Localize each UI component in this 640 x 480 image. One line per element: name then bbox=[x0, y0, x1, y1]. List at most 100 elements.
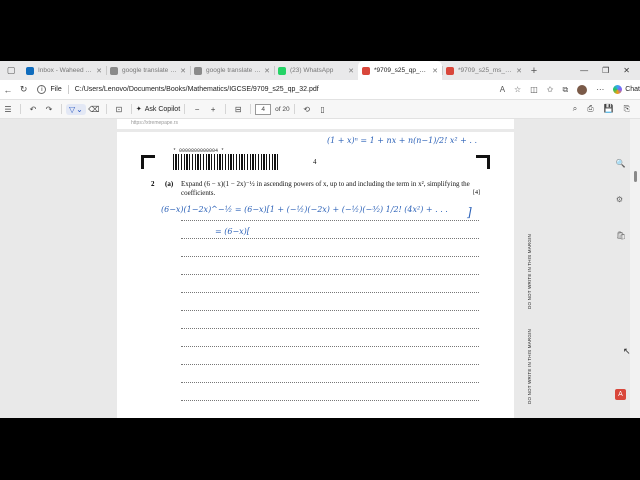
pdf-toolbar: ☰ ↶ ↷ ▽ ⌄ ⌫ ⊡ ✦ Ask Copilot − + ⊟ 4 of 20 … bbox=[0, 100, 640, 119]
close-tab-icon[interactable]: ✕ bbox=[264, 67, 270, 75]
info-icon[interactable]: i bbox=[37, 85, 47, 94]
address-actions: A ☆ ◫ ✩ ⧉ ⋯ Chat bbox=[500, 84, 640, 95]
answer-line bbox=[181, 328, 479, 329]
new-tab-button[interactable]: + bbox=[526, 65, 542, 77]
close-tab-icon[interactable]: ✕ bbox=[516, 67, 522, 75]
ask-copilot-button[interactable]: ✦ Ask Copilot bbox=[135, 105, 181, 114]
crop-mark-top-left bbox=[141, 155, 155, 169]
save-as-icon[interactable]: ⎘ bbox=[624, 104, 630, 114]
split-screen-icon[interactable]: ◫ bbox=[530, 85, 538, 94]
undo-icon[interactable]: ↶ bbox=[25, 105, 41, 114]
highlight-tool-button[interactable]: ▽ ⌄ bbox=[66, 103, 86, 115]
tab-4[interactable]: *9709_s25_qp_32.pdf✕ bbox=[358, 61, 442, 80]
chevron-down-icon: ⌄ bbox=[76, 104, 83, 114]
close-window-icon[interactable]: ✕ bbox=[623, 66, 630, 75]
pdf-page[interactable]: * 0000800000004 * 4 2 (a) Expand (6 − x)… bbox=[117, 132, 514, 418]
vertical-scrollbar[interactable] bbox=[630, 119, 640, 418]
answer-line bbox=[181, 364, 479, 365]
page-number-input[interactable]: 4 bbox=[255, 103, 272, 115]
crop-mark-top-right bbox=[476, 155, 490, 169]
favorite-star-icon[interactable]: ☆ bbox=[514, 85, 521, 94]
eraser-icon[interactable]: ⌫ bbox=[86, 105, 102, 114]
tabs-container: Inbox - Waheed Ahe ✕ google translate - Se… bbox=[22, 61, 526, 80]
tab-0[interactable]: Inbox - Waheed Ahe ✕ bbox=[22, 61, 106, 80]
url-separator bbox=[67, 85, 69, 94]
pdf-viewer[interactable]: https://xtremepape.rs * 0000800000004 * … bbox=[0, 119, 640, 418]
browser-window: ▢ Inbox - Waheed Ahe ✕ google translate - … bbox=[0, 61, 640, 418]
close-tab-icon[interactable]: ✕ bbox=[348, 67, 354, 75]
tab-title: *9709_s25_ms_32.pdf bbox=[458, 67, 513, 74]
answer-line bbox=[181, 238, 479, 239]
margin-warning-2: DO NOT WRITE IN THIS MARGIN bbox=[527, 329, 532, 404]
question-marks: [4] bbox=[473, 190, 480, 196]
tab-actions-icon[interactable]: ▢ bbox=[0, 61, 22, 80]
answer-line bbox=[181, 274, 479, 275]
tab-strip: ▢ Inbox - Waheed Ahe ✕ google translate - … bbox=[0, 61, 640, 80]
minimize-icon[interactable]: — bbox=[580, 66, 588, 75]
ask-copilot-label: Ask Copilot bbox=[144, 105, 181, 113]
acrobat-icon[interactable]: A bbox=[615, 389, 626, 400]
profile-avatar[interactable] bbox=[577, 84, 588, 95]
handwritten-binomial-formula: (1 + x)ⁿ = 1 + nx + n(n−1)/2! x² + . . bbox=[327, 136, 478, 145]
handwritten-working-line-1: (6−x)(1−2x)^−½ = (6−x)[1 + (−½)(−2x) + (… bbox=[161, 205, 448, 214]
tab-5[interactable]: *9709_s25_ms_32.pdf✕ bbox=[442, 61, 526, 80]
copilot-icon bbox=[613, 85, 623, 94]
tab-favicon bbox=[110, 66, 118, 75]
sidebar-tools-icon[interactable]: ⚙ bbox=[616, 195, 626, 204]
page-number: 4 bbox=[313, 158, 317, 166]
save-icon[interactable]: 💾 bbox=[604, 104, 614, 114]
url-field[interactable]: i File C:/Users/Lenovo/Documents/Books/M… bbox=[37, 85, 499, 94]
toolbar-divider bbox=[250, 104, 252, 114]
toolbar-divider bbox=[184, 104, 186, 114]
copilot-small-icon: ✦ bbox=[135, 106, 142, 113]
print-icon[interactable]: ⎙ bbox=[587, 104, 593, 114]
answer-line bbox=[181, 400, 479, 401]
back-icon[interactable]: ← bbox=[0, 85, 16, 95]
close-tab-icon[interactable]: ✕ bbox=[96, 67, 102, 75]
handwritten-bracket: ] bbox=[467, 205, 472, 219]
close-tab-icon[interactable]: ✕ bbox=[432, 67, 438, 75]
tab-favicon bbox=[194, 66, 202, 75]
url-path: C:/Users/Lenovo/Documents/Books/Mathemat… bbox=[74, 86, 319, 93]
restore-icon[interactable]: ❐ bbox=[602, 66, 609, 75]
tab-favicon bbox=[446, 66, 454, 75]
add-text-icon[interactable]: ⊡ bbox=[111, 105, 127, 114]
tab-1[interactable]: google translate - Se ✕ bbox=[106, 61, 190, 80]
address-bar: ← ↻ i File C:/Users/Lenovo/Documents/Boo… bbox=[0, 80, 640, 100]
zoom-in-icon[interactable]: + bbox=[205, 105, 221, 114]
close-tab-icon[interactable]: ✕ bbox=[180, 67, 186, 75]
handwritten-working-line-2: = (6−x)[ bbox=[215, 227, 250, 236]
tab-3[interactable]: (23) WhatsApp ✕ bbox=[274, 61, 358, 80]
right-edge-icons: 🔍 ⚙ 🛍 bbox=[616, 159, 626, 240]
answer-line bbox=[181, 292, 479, 293]
contents-icon[interactable]: ☰ bbox=[0, 105, 16, 114]
tab-title: google translate - Se bbox=[122, 67, 178, 74]
url-scheme: File bbox=[50, 86, 62, 93]
fit-page-icon[interactable]: ⊟ bbox=[230, 105, 246, 114]
highlighter-icon: ▽ bbox=[69, 104, 76, 114]
tab-title: google translate - Se bbox=[206, 67, 262, 74]
read-aloud-icon[interactable]: A bbox=[500, 85, 505, 94]
tab-favicon bbox=[26, 66, 34, 75]
scrollbar-thumb[interactable] bbox=[634, 171, 637, 182]
copilot-chat-button[interactable]: Chat bbox=[613, 85, 640, 94]
tab-2[interactable]: google translate - Se ✕ bbox=[190, 61, 274, 80]
redo-icon[interactable]: ↷ bbox=[41, 105, 57, 114]
toolbar-divider bbox=[225, 104, 227, 114]
page-view-icon[interactable]: ▯ bbox=[315, 105, 331, 114]
sidebar-shopping-icon[interactable]: 🛍 bbox=[616, 231, 626, 240]
question-number: 2 bbox=[151, 180, 155, 188]
toolbar-divider bbox=[130, 104, 132, 114]
tab-favicon bbox=[278, 66, 286, 75]
favorites-icon[interactable]: ✩ bbox=[547, 85, 554, 94]
margin-warning-1: DO NOT WRITE IN THIS MARGIN bbox=[527, 234, 532, 309]
collections-icon[interactable]: ⧉ bbox=[562, 85, 568, 95]
more-menu-icon[interactable]: ⋯ bbox=[596, 85, 604, 94]
rotate-icon[interactable]: ⟲ bbox=[299, 105, 315, 114]
zoom-out-icon[interactable]: − bbox=[189, 105, 205, 114]
toolbar-divider bbox=[105, 104, 107, 114]
refresh-icon[interactable]: ↻ bbox=[16, 84, 32, 95]
answer-line bbox=[181, 382, 479, 383]
sidebar-search-icon[interactable]: 🔍 bbox=[616, 159, 626, 168]
search-icon[interactable]: ⌕ bbox=[573, 104, 577, 114]
